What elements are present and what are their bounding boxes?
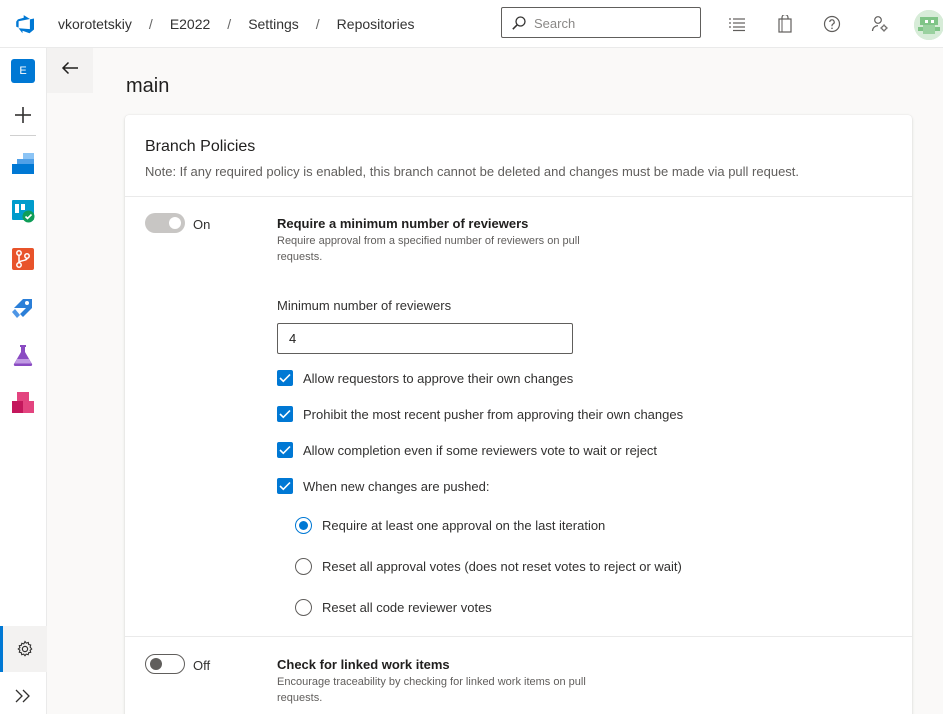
toggle-knob: [169, 217, 181, 229]
artifacts-icon[interactable]: [11, 391, 35, 415]
min-reviewers-input[interactable]: [277, 323, 573, 354]
checkbox-label: When new changes are pushed:: [303, 478, 490, 494]
breadcrumb-separator: /: [148, 16, 153, 32]
breadcrumb-settings[interactable]: Settings: [248, 16, 299, 32]
checkbox-label: Allow requestors to approve their own ch…: [303, 370, 574, 386]
card-note: Note: If any required policy is enabled,…: [145, 164, 800, 179]
boards-icon[interactable]: [11, 199, 35, 223]
breadcrumb-separator: /: [315, 16, 320, 32]
org-badge[interactable]: E: [11, 59, 35, 83]
top-bar: vkorotetskiy / E2022 / Settings / Reposi…: [0, 0, 943, 48]
breadcrumb-project[interactable]: E2022: [170, 16, 210, 32]
checkbox-new-changes-pushed[interactable]: When new changes are pushed:: [277, 478, 489, 494]
linked-work-items-toggle-label: Off: [193, 658, 211, 673]
radio-button[interactable]: [295, 599, 312, 616]
azure-devops-logo-icon[interactable]: [12, 12, 36, 36]
list-icon[interactable]: [727, 14, 747, 34]
radio-label: Require at least one approval on the las…: [322, 518, 606, 533]
radio-button-selected[interactable]: [295, 517, 312, 534]
left-navigation-rail: E: [0, 48, 47, 714]
checkbox-allow-completion[interactable]: Allow completion even if some reviewers …: [277, 442, 657, 458]
reviewers-toggle-label: On: [193, 217, 211, 232]
breadcrumb-separator: /: [227, 16, 232, 32]
rail-divider: [10, 135, 36, 136]
radio-label: Reset all code reviewer votes: [322, 600, 492, 615]
min-reviewers-label: Minimum number of reviewers: [277, 298, 452, 313]
checkbox-prohibit-pusher[interactable]: Prohibit the most recent pusher from app…: [277, 406, 683, 422]
branch-policies-card: Branch Policies Note: If any required po…: [125, 115, 912, 714]
toggle-knob: [150, 658, 162, 670]
radio-reset-approval-votes[interactable]: Reset all approval votes (does not reset…: [295, 558, 682, 575]
breadcrumb-repositories[interactable]: Repositories: [337, 16, 415, 32]
radio-reset-code-reviewer-votes[interactable]: Reset all code reviewer votes: [295, 599, 492, 616]
checkbox-label: Prohibit the most recent pusher from app…: [303, 406, 684, 422]
search-input[interactable]: [534, 13, 694, 33]
radio-require-last-iteration[interactable]: Require at least one approval on the las…: [295, 517, 605, 534]
section-divider: [125, 636, 912, 637]
avatar[interactable]: [914, 10, 943, 40]
pipelines-icon[interactable]: [11, 295, 35, 319]
search-box[interactable]: [501, 7, 701, 38]
checkbox-checked[interactable]: [277, 406, 293, 422]
checkbox-label: Allow completion even if some reviewers …: [303, 442, 658, 458]
arrow-left-icon: [61, 61, 79, 80]
linked-work-items-title: Check for linked work items: [277, 657, 450, 672]
user-settings-icon[interactable]: [870, 14, 890, 34]
card-title: Branch Policies: [145, 138, 256, 155]
checkbox-checked[interactable]: [277, 442, 293, 458]
radio-button[interactable]: [295, 558, 312, 575]
breadcrumb: vkorotetskiy / E2022 / Settings / Reposi…: [58, 16, 415, 32]
reviewers-policy-title: Require a minimum number of reviewers: [277, 216, 529, 231]
linked-work-items-description: Encourage traceability by checking for l…: [277, 676, 586, 704]
repos-icon[interactable]: [11, 247, 35, 271]
page-title: main: [126, 75, 170, 97]
help-icon[interactable]: [822, 14, 842, 34]
add-icon[interactable]: [11, 103, 35, 127]
linked-work-items-toggle[interactable]: [145, 654, 185, 674]
radio-label: Reset all approval votes (does not reset…: [322, 559, 682, 574]
checkbox-checked[interactable]: [277, 478, 293, 494]
breadcrumb-organization[interactable]: vkorotetskiy: [58, 16, 132, 32]
card-header: Branch Policies Note: If any required po…: [125, 115, 912, 197]
test-plans-icon[interactable]: [11, 343, 35, 367]
checkbox-checked[interactable]: [277, 370, 293, 386]
shopping-bag-icon[interactable]: [775, 14, 795, 34]
back-button[interactable]: [47, 48, 93, 93]
project-settings-icon[interactable]: [0, 626, 47, 672]
reviewers-policy-description: Require approval from a specified number…: [277, 235, 580, 263]
search-icon: [511, 15, 527, 31]
overview-icon[interactable]: [11, 151, 35, 175]
expand-icon[interactable]: [11, 684, 35, 708]
checkbox-allow-self-approve[interactable]: Allow requestors to approve their own ch…: [277, 370, 573, 386]
reviewers-policy-toggle[interactable]: [145, 213, 185, 233]
